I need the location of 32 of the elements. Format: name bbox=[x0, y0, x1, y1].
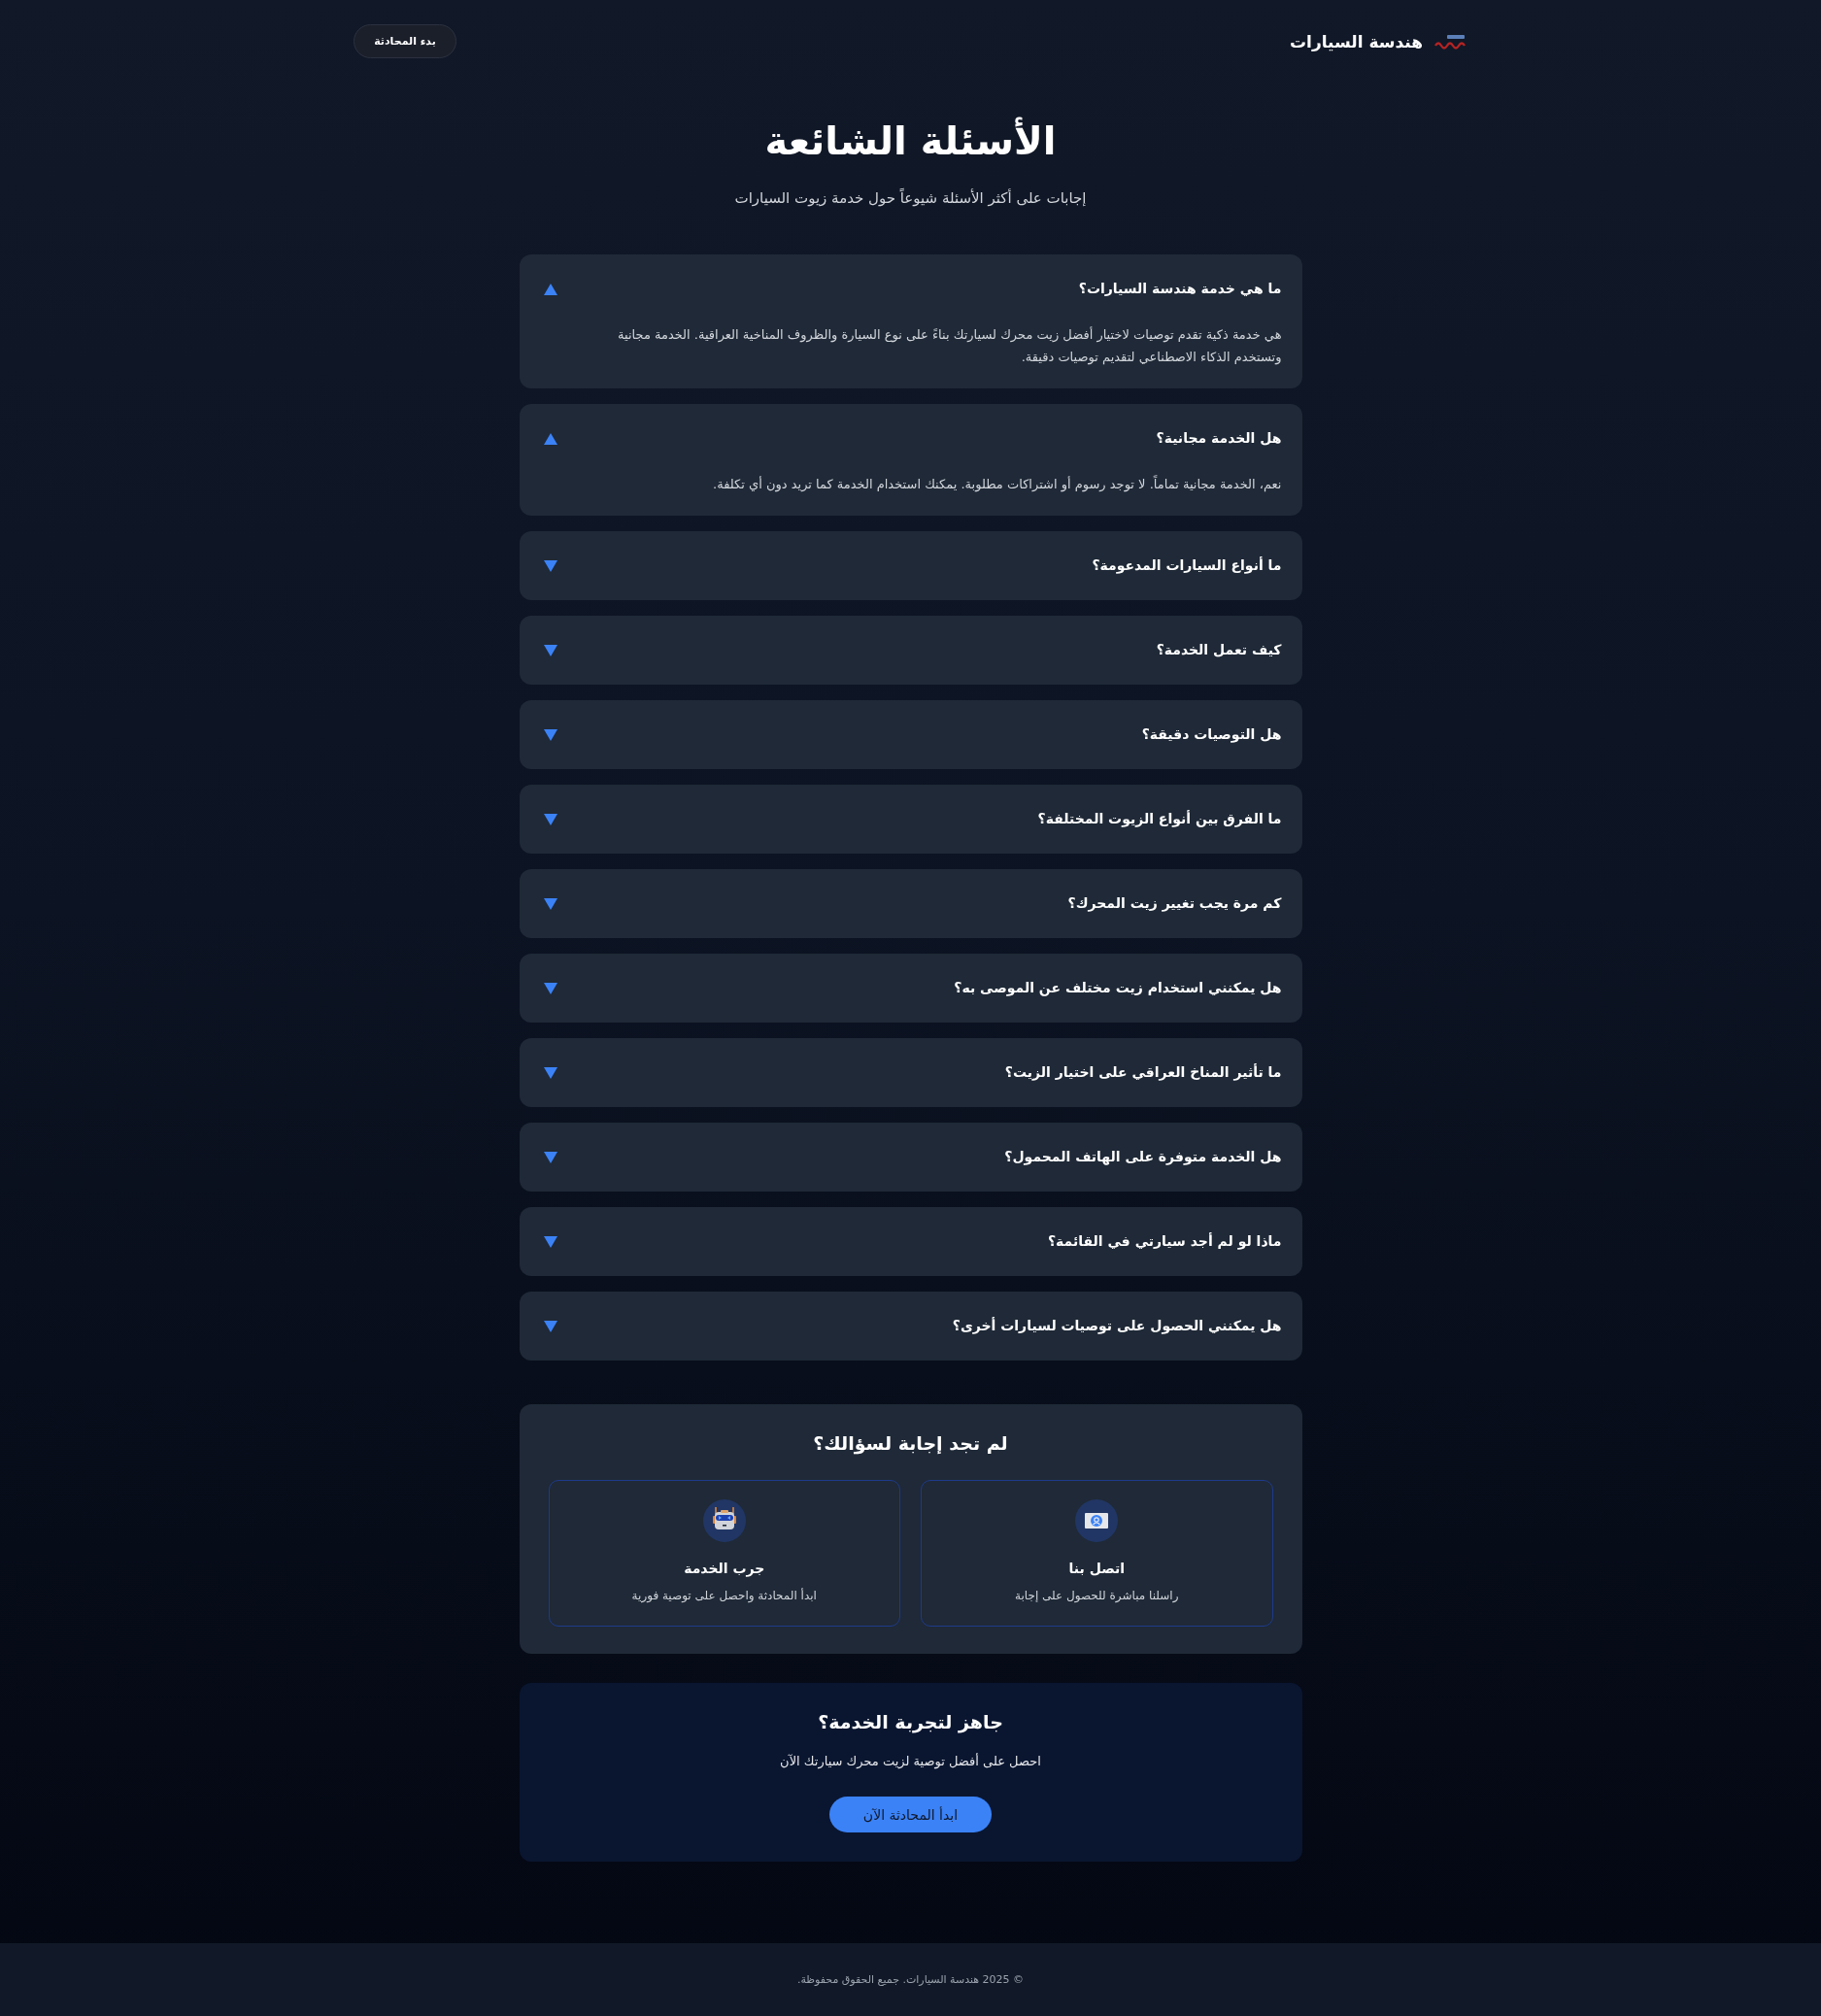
card-title: اتصل بنا bbox=[1068, 1560, 1125, 1578]
card-text: ابدأ المحادثة واحصل على توصية فورية bbox=[631, 1587, 817, 1605]
faq-question[interactable]: ما الفرق بين أنواع الزيوت المختلفة؟ bbox=[519, 785, 1302, 854]
brand-name: هندسة السيارات bbox=[1289, 31, 1423, 51]
faq-question[interactable]: كم مرة يجب تغيير زيت المحرك؟ bbox=[519, 869, 1302, 938]
copyright-text: © 2025 هندسة السيارات. جميع الحقوق محفوظة. bbox=[796, 1973, 1025, 1986]
cta-title: جاهز لتجربة الخدمة؟ bbox=[817, 1710, 1004, 1735]
start-chat-button[interactable]: ابدأ المحادثة الآن bbox=[829, 1797, 992, 1832]
faq-question[interactable]: ماذا لو لم أجد سيارتي في القائمة؟ bbox=[519, 1207, 1302, 1276]
help-card[interactable]: اتصل بنا راسلنا مباشرة للحصول على إجابة bbox=[921, 1480, 1273, 1627]
faq-answer: نعم، الخدمة مجانية تماماً. لا توجد رسوم أو اشتراكات مطلوبة. يمكنك استخدام الخدمة كما تريد دون أي تكلفة. bbox=[712, 474, 1283, 494]
card-text: راسلنا مباشرة للحصول على إجابة bbox=[1015, 1588, 1179, 1604]
faq-question[interactable]: هل الخدمة مجانية؟ bbox=[519, 404, 1302, 473]
page-subtitle: إجابات على أكثر الأسئلة شيوعاً حول خدمة زيوت السيارات bbox=[733, 186, 1088, 209]
faq-question[interactable]: هل الخدمة متوفرة على الهاتف المحمول؟ bbox=[519, 1123, 1302, 1192]
cta-text: احصل على أفضل توصية لزيت محرك سيارتك الآن bbox=[779, 1752, 1042, 1771]
page-title: الأسئلة الشائعة bbox=[763, 116, 1058, 165]
faq-question[interactable]: هل يمكنني استخدام زيت مختلف عن الموصى به؟ bbox=[519, 954, 1302, 1023]
help-title: لم تجد إجابة لسؤالك؟ bbox=[812, 1431, 1009, 1457]
faq-answer: هي خدمة ذكية تقدم توصيات لاختيار أفضل زيت محرك لسيارتك بناءً على نوع السيارة والظروف المناخية العراقية. الخدمة مجانية وتستخدم الذكاء الاصطناعي لتقديم توصيات دقيقة. bbox=[617, 325, 1283, 367]
robot-icon bbox=[702, 1499, 746, 1542]
faq-question[interactable]: هل التوصيات دقيقة؟ bbox=[519, 700, 1302, 769]
card-title: جرب الخدمة bbox=[684, 1560, 765, 1579]
logo-icon bbox=[1433, 33, 1467, 50]
help-card[interactable]: جرب الخدمة ابدأ المحادثة واحصل على توصية فورية bbox=[548, 1480, 900, 1627]
faq-question[interactable]: ما تأثير المناخ العراقي على اختيار الزيت؟ bbox=[519, 1038, 1302, 1107]
start-chat-button[interactable]: بدء المحادثة bbox=[354, 24, 456, 58]
faq-question[interactable]: كيف تعمل الخدمة؟ bbox=[519, 616, 1302, 685]
faq-question[interactable]: هل يمكنني الحصول على توصيات لسيارات أخرى؟ bbox=[519, 1292, 1302, 1361]
faq-question[interactable]: ما أنواع السيارات المدعومة؟ bbox=[519, 531, 1302, 600]
contact-card-icon bbox=[1075, 1499, 1119, 1542]
faq-question[interactable]: ما هي خدمة هندسة السيارات؟ bbox=[519, 254, 1302, 323]
